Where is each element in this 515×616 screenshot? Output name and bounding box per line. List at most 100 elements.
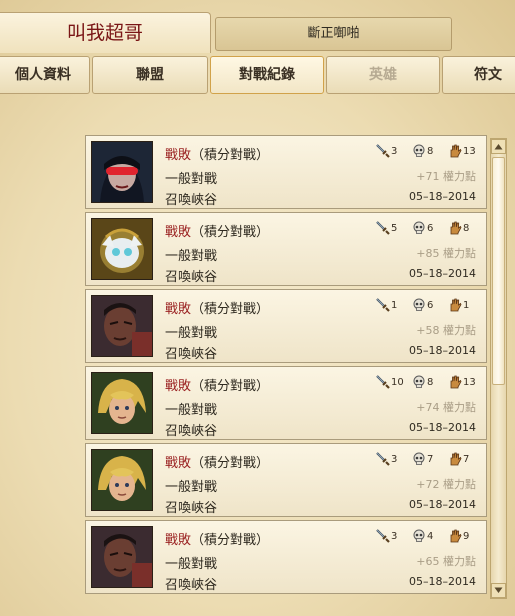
ip-earned: +58 權力點 bbox=[416, 324, 476, 337]
result-label: 戰敗 bbox=[165, 533, 192, 548]
match-date: 05–18–2014 bbox=[409, 344, 476, 357]
kills-count: 1 bbox=[391, 300, 398, 311]
kills-count: 5 bbox=[391, 223, 398, 234]
assists-count: 13 bbox=[463, 377, 476, 388]
deaths-count: 8 bbox=[427, 146, 434, 157]
result-label: 戰敗 bbox=[165, 379, 192, 394]
skull-icon bbox=[412, 298, 427, 311]
scroll-up-arrow-icon bbox=[494, 144, 503, 150]
skull-icon bbox=[412, 221, 427, 234]
sword-icon bbox=[376, 144, 391, 158]
match-row[interactable]: 戰敗（積分對戰） 一般對戰 召喚峽谷 5 6 8 +85 權力點 05–18–2014 bbox=[85, 212, 487, 286]
assists-count: 7 bbox=[463, 454, 470, 465]
deaths-count: 7 bbox=[427, 454, 434, 465]
ip-earned: +72 權力點 bbox=[416, 478, 476, 491]
match-date: 05–18–2014 bbox=[409, 498, 476, 511]
sword-icon bbox=[376, 452, 391, 466]
skull-icon bbox=[412, 144, 427, 157]
result-label: 戰敗 bbox=[165, 302, 192, 317]
scroll-up-button[interactable] bbox=[491, 139, 506, 154]
map-name: 召喚峽谷 bbox=[165, 193, 218, 208]
assists-stat: 9 bbox=[448, 529, 469, 543]
match-row[interactable]: 戰敗（積分對戰） 一般對戰召喚峽谷 3 7 7 +72 權力點 05–18–2014 bbox=[85, 443, 487, 517]
match-row[interactable]: 戰敗（積分對戰） 一般對戰召喚峽谷 3 4 9 +65 權力點 05–18–2014 bbox=[85, 520, 487, 594]
queue-mode: （積分對戰） bbox=[191, 148, 270, 163]
match-row[interactable]: 戰敗（積分對戰） 一般對戰 召喚峽谷 10 8 13 +74 權力點 05–18–2014 bbox=[85, 366, 487, 440]
profile-nav: 個人資料 聯盟 對戰紀錄 英雄 符文 bbox=[0, 56, 515, 94]
map-name: 召喚峽谷 bbox=[165, 424, 218, 439]
hand-icon bbox=[448, 375, 463, 389]
kills-stat: 3 bbox=[376, 452, 397, 466]
map-name: 召喚峽谷 bbox=[165, 347, 218, 362]
queue-mode: （積分對戰） bbox=[191, 225, 270, 240]
scroll-down-button[interactable] bbox=[491, 583, 506, 598]
assists-count: 1 bbox=[463, 300, 470, 311]
deaths-stat: 8 bbox=[412, 144, 433, 158]
assists-count: 9 bbox=[463, 531, 470, 542]
hand-icon bbox=[448, 144, 463, 158]
match-result: 戰敗（積分對戰） bbox=[165, 529, 269, 548]
match-row[interactable]: 戰敗（積分對戰） 一般對戰 召喚峽谷 3 8 13 +71 權力點 05–18–2014 bbox=[85, 135, 487, 209]
kills-stat: 3 bbox=[376, 529, 397, 543]
map-name: 召喚峽谷 bbox=[165, 501, 218, 516]
hand-icon bbox=[448, 452, 463, 466]
queue-mode: （積分對戰） bbox=[191, 533, 270, 548]
tab-profile[interactable]: 個人資料 bbox=[0, 56, 90, 94]
result-label: 戰敗 bbox=[165, 456, 192, 471]
match-result: 戰敗（積分對戰） bbox=[165, 375, 269, 394]
game-type: 一般對戰 bbox=[165, 403, 218, 418]
deaths-count: 4 bbox=[427, 531, 434, 542]
sword-icon bbox=[376, 298, 391, 312]
kills-count: 10 bbox=[391, 377, 404, 388]
tab-champions[interactable]: 英雄 bbox=[326, 56, 440, 94]
scroll-thumb[interactable] bbox=[492, 157, 505, 385]
assists-count: 13 bbox=[463, 146, 476, 157]
game-type: 一般對戰 bbox=[165, 480, 218, 495]
tab-clubs[interactable]: 聯盟 bbox=[92, 56, 208, 94]
deaths-stat: 4 bbox=[412, 529, 433, 543]
deaths-count: 6 bbox=[427, 300, 434, 311]
champion-portrait-icon bbox=[91, 526, 153, 588]
match-result: 戰敗（積分對戰） bbox=[165, 452, 269, 471]
map-name: 召喚峽谷 bbox=[165, 578, 218, 593]
sword-icon bbox=[376, 375, 391, 389]
ip-earned: +74 權力點 bbox=[416, 401, 476, 414]
queue-mode: （積分對戰） bbox=[191, 302, 270, 317]
kills-stat: 10 bbox=[376, 375, 404, 389]
hand-icon bbox=[448, 221, 463, 235]
player-name-tab[interactable]: 叫我超哥 bbox=[0, 12, 211, 53]
sword-icon bbox=[376, 529, 391, 543]
match-date: 05–18–2014 bbox=[409, 267, 476, 280]
assists-stat: 13 bbox=[448, 375, 476, 389]
tab-runes[interactable]: 符文 bbox=[442, 56, 515, 94]
ip-earned: +71 權力點 bbox=[416, 170, 476, 183]
kills-count: 3 bbox=[391, 146, 398, 157]
match-list-scrollbar[interactable] bbox=[490, 138, 507, 599]
deaths-stat: 6 bbox=[412, 298, 433, 312]
match-date: 05–18–2014 bbox=[409, 575, 476, 588]
ip-earned: +65 權力點 bbox=[416, 555, 476, 568]
game-type: 一般對戰 bbox=[165, 172, 218, 187]
skull-icon bbox=[412, 529, 427, 542]
game-type: 一般對戰 bbox=[165, 557, 218, 572]
kills-count: 3 bbox=[391, 531, 398, 542]
deaths-count: 8 bbox=[427, 377, 434, 388]
match-result: 戰敗（積分對戰） bbox=[165, 298, 269, 317]
kills-stat: 1 bbox=[376, 298, 397, 312]
champion-portrait-icon bbox=[91, 449, 153, 511]
hand-icon bbox=[448, 298, 463, 312]
assists-stat: 1 bbox=[448, 298, 469, 312]
champion-portrait-icon bbox=[91, 295, 153, 357]
tab-match-history[interactable]: 對戰紀錄 bbox=[210, 56, 324, 94]
match-result: 戰敗（積分對戰） bbox=[165, 221, 269, 240]
kills-count: 3 bbox=[391, 454, 398, 465]
assists-stat: 8 bbox=[448, 221, 469, 235]
assists-count: 8 bbox=[463, 223, 470, 234]
scroll-down-arrow-icon bbox=[494, 587, 503, 593]
map-name: 召喚峽谷 bbox=[165, 270, 218, 285]
match-result: 戰敗（積分對戰） bbox=[165, 144, 269, 163]
secondary-name-tab[interactable]: 斷正啣啪 bbox=[215, 17, 452, 51]
match-row[interactable]: 戰敗（積分對戰） 一般對戰 召喚峽谷 1 6 1 +58 權力點 05–18–2014 bbox=[85, 289, 487, 363]
queue-mode: （積分對戰） bbox=[191, 456, 270, 471]
deaths-stat: 8 bbox=[412, 375, 433, 389]
